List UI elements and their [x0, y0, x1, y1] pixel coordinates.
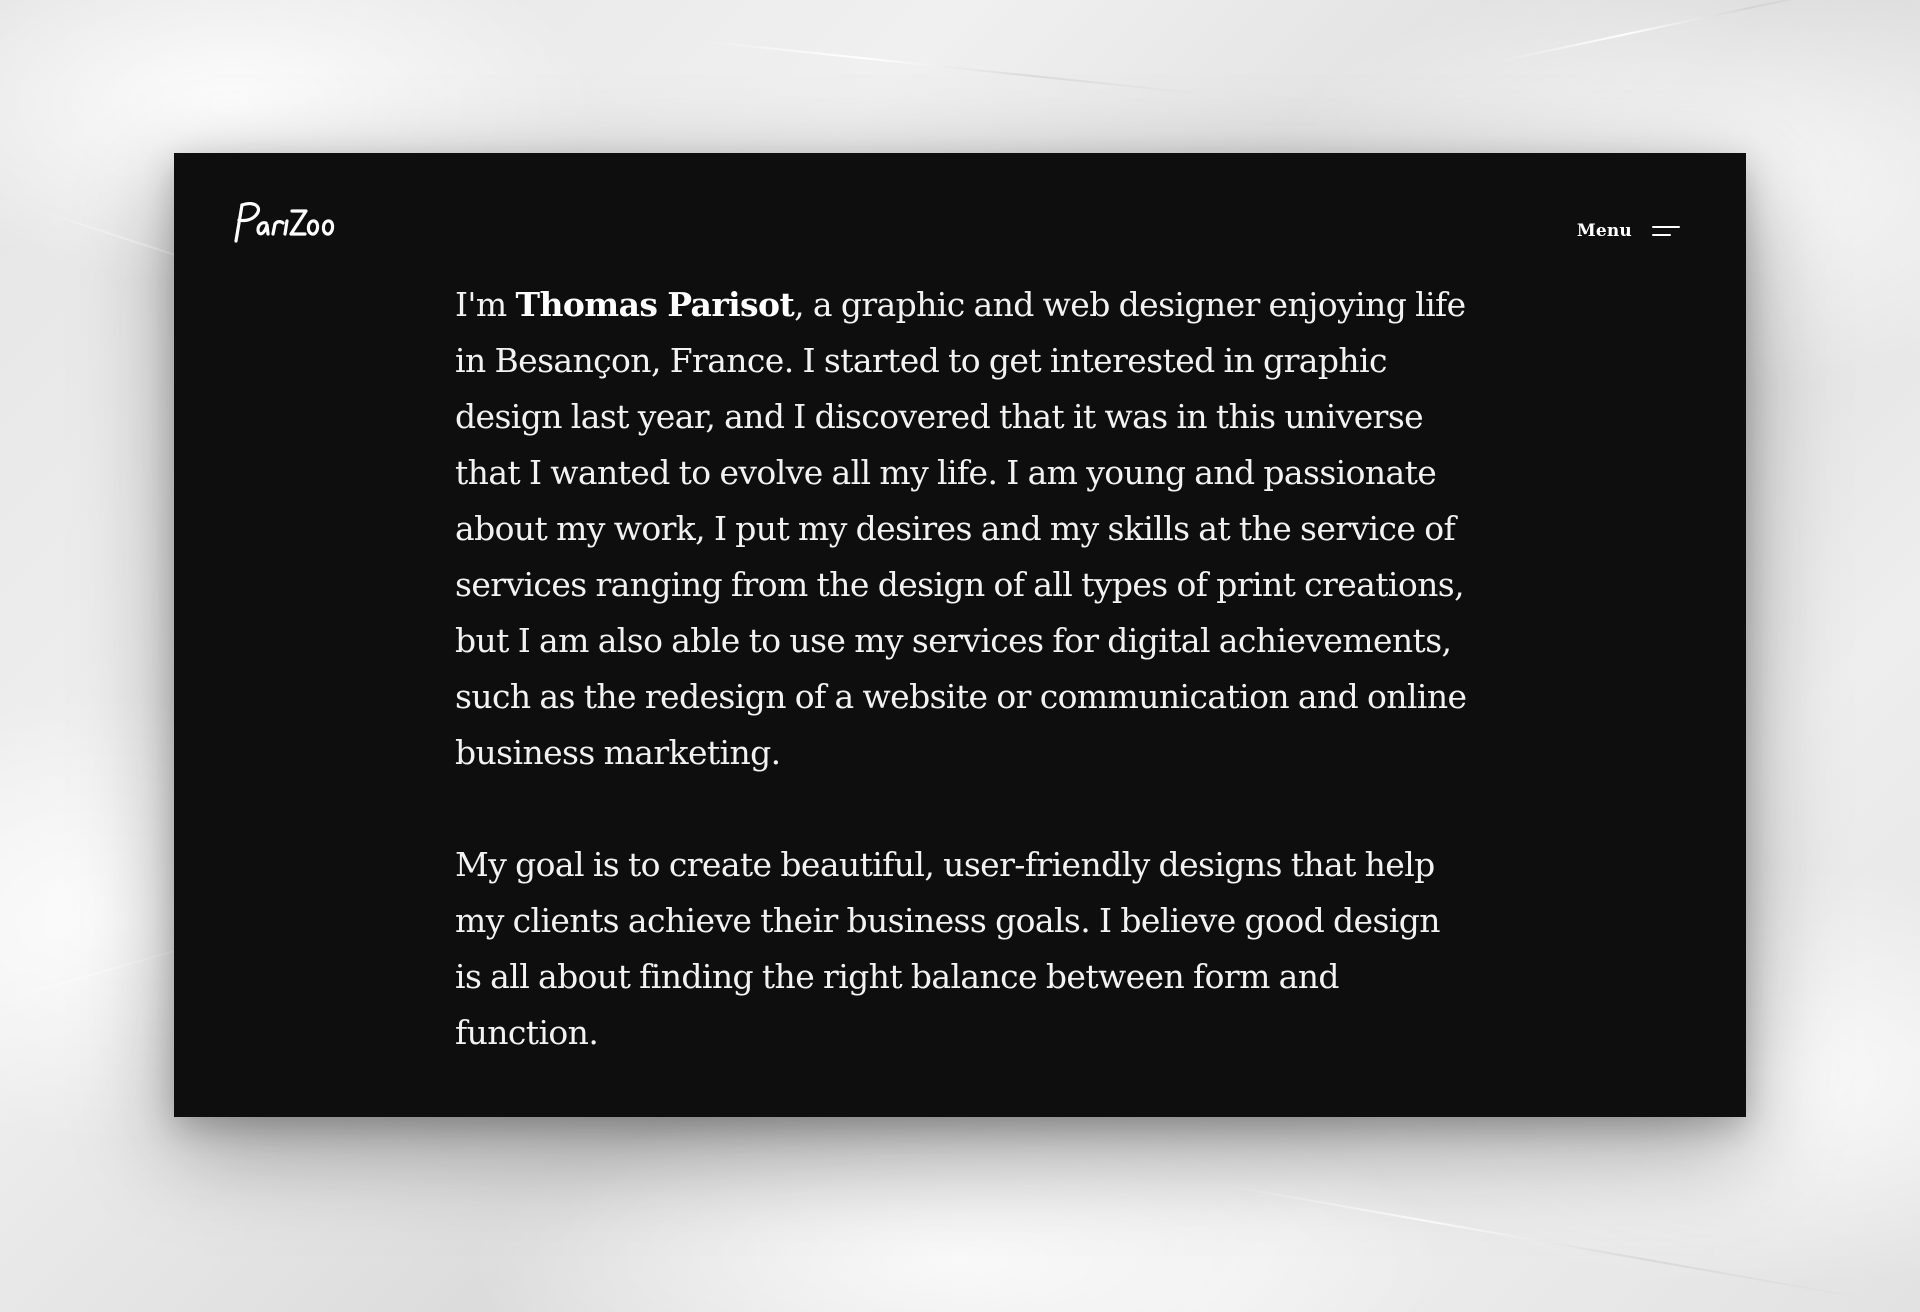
paper-crease — [699, 40, 1198, 95]
menu-button[interactable]: Menu — [1577, 221, 1680, 241]
site-logo[interactable] — [228, 197, 340, 249]
about-card: Menu I'm Thomas Parisot, a graphic and w… — [174, 153, 1746, 1117]
intro-prefix: I'm — [455, 285, 516, 324]
menu-label: Menu — [1576, 221, 1632, 241]
about-text: I'm Thomas Parisot, a graphic and web de… — [455, 277, 1475, 1117]
parizoo-logo-icon — [234, 202, 335, 243]
intro-body: , a graphic and web designer enjoying li… — [455, 285, 1467, 772]
designer-name: Thomas Parisot — [515, 285, 795, 324]
hamburger-icon — [1652, 226, 1680, 236]
paper-crease — [1499, 0, 1872, 62]
goal-paragraph: My goal is to create beautiful, user-fri… — [455, 845, 1441, 1052]
intro-paragraph: I'm Thomas Parisot, a graphic and web de… — [455, 277, 1475, 781]
paper-crease — [1199, 1180, 1870, 1301]
